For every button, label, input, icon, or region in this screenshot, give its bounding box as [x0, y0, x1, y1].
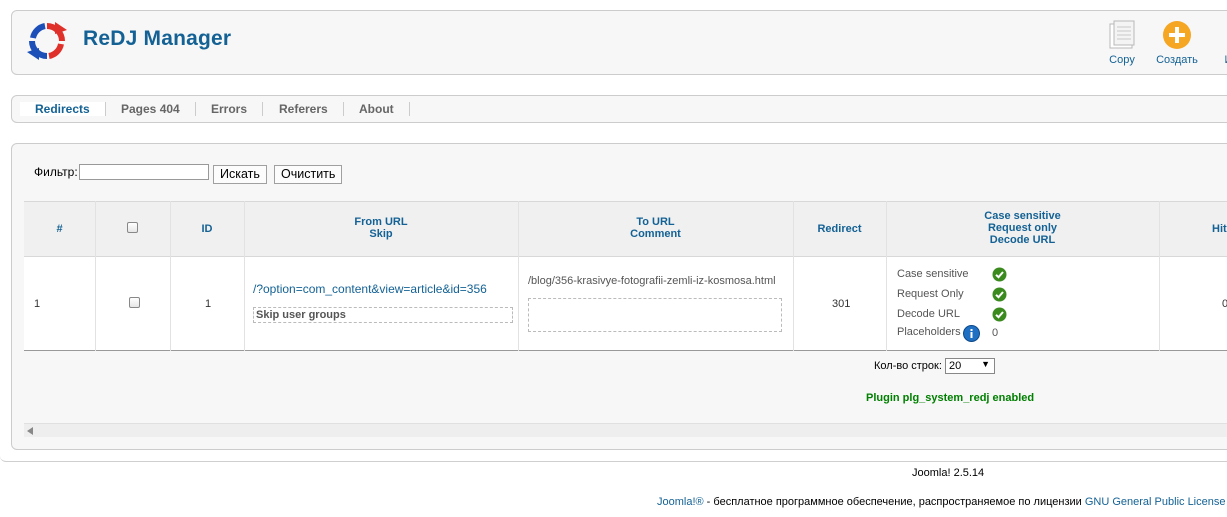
tab-about[interactable]: About — [344, 102, 410, 116]
rows-per-page-label: Кол-во строк: — [874, 360, 942, 372]
license-text: - бесплатное программное обеспечение, ра… — [703, 496, 1085, 508]
copy-button-label: Copy — [1109, 54, 1135, 66]
header-request-only: Request only — [987, 222, 1058, 234]
scroll-left-arrow-icon[interactable] — [27, 427, 33, 435]
header-comment-label: Comment — [630, 228, 681, 240]
create-button[interactable]: Создать — [1150, 19, 1204, 66]
row-checkbox[interactable] — [129, 297, 140, 308]
redj-logo-icon — [27, 22, 67, 60]
header-redirect[interactable]: Redirect — [793, 223, 886, 235]
column-divider — [1159, 201, 1160, 351]
header-decode-url: Decode URL — [989, 234, 1056, 246]
app-title: ReDJ Manager — [83, 27, 232, 50]
header-to-url-label: To URL — [636, 216, 675, 228]
tab-pages-404[interactable]: Pages 404 — [106, 102, 196, 116]
filter-label: Фильтр: — [34, 165, 78, 179]
from-url-link[interactable]: /?option=com_content&view=article&id=356 — [253, 282, 487, 296]
footer-version: Joomla! 2.5.14 — [912, 467, 985, 479]
row-id: 1 — [205, 298, 212, 310]
edit-icon — [1215, 19, 1227, 51]
flag-decode-url-label: Decode URL — [897, 308, 960, 320]
rows-per-page-select[interactable]: 20 ▼ — [945, 358, 995, 374]
chevron-down-icon: ▼ — [981, 359, 990, 369]
create-button-label: Создать — [1156, 54, 1198, 66]
header-skip-label: Skip — [369, 228, 393, 240]
edit-button[interactable]: Из — [1204, 19, 1227, 66]
row-num: 1 — [34, 298, 41, 310]
header-bar: ReDJ Manager Copy Создать Из — [11, 10, 1227, 75]
comment-field[interactable] — [528, 298, 782, 332]
clear-button[interactable]: Очистить — [274, 165, 343, 184]
plus-circle-icon — [1163, 21, 1191, 49]
placeholders-value: 0 — [992, 327, 999, 339]
tab-bar: Redirects Pages 404 Errors Referers Abou… — [11, 95, 1227, 123]
to-url-text: /blog/356-krasivye-fotografii-zemli-iz-k… — [528, 275, 776, 287]
select-all-checkbox[interactable] — [127, 222, 138, 233]
header-num[interactable]: # — [24, 223, 95, 235]
flag-case-sensitive-label: Case sensitive — [897, 268, 969, 280]
filter-input[interactable] — [79, 164, 209, 180]
horizontal-scrollbar[interactable] — [24, 423, 1227, 437]
flag-placeholders-label: Placeholders — [897, 326, 961, 338]
search-button[interactable]: Искать — [213, 165, 267, 184]
tab-referers[interactable]: Referers — [264, 102, 344, 116]
edit-button-label: Из — [1204, 54, 1227, 66]
header-hits[interactable]: Hit — [1212, 223, 1227, 235]
info-icon[interactable] — [963, 325, 980, 342]
flag-request-only-label: Request Only — [897, 288, 964, 300]
header-case-sensitive: Case sensitive — [984, 210, 1061, 222]
redirect-code: 301 — [832, 298, 851, 310]
header-to-url[interactable]: To URL Comment — [518, 216, 793, 240]
copy-icon — [1109, 20, 1135, 49]
header-from-url-label: From URL — [354, 216, 408, 228]
header-id[interactable]: ID — [170, 223, 244, 235]
tab-redirects[interactable]: Redirects — [20, 102, 106, 116]
copy-button[interactable]: Copy — [1095, 19, 1149, 66]
check-ok-icon[interactable] — [992, 267, 1007, 282]
skip-user-groups[interactable]: Skip user groups — [253, 307, 513, 323]
joomla-link[interactable]: Joomla!® — [657, 496, 704, 508]
header-flags[interactable]: Case sensitive Request only Decode URL — [886, 210, 1159, 246]
main-panel: Фильтр: Искать Очистить # ID From URL Sk… — [11, 143, 1227, 450]
footer-license: Joomla!® - бесплатное программное обеспе… — [657, 496, 1225, 508]
tab-errors[interactable]: Errors — [196, 102, 264, 116]
check-ok-icon[interactable] — [992, 307, 1007, 322]
header-from-url[interactable]: From URL Skip — [244, 216, 518, 240]
plugin-status: Plugin plg_system_redj enabled — [866, 392, 1035, 404]
column-divider — [95, 201, 96, 351]
check-ok-icon[interactable] — [992, 287, 1007, 302]
rows-per-page-value: 20 — [949, 360, 962, 372]
gpl-link[interactable]: GNU General Public License — [1085, 496, 1226, 508]
row-hits: 0 — [1222, 298, 1227, 310]
